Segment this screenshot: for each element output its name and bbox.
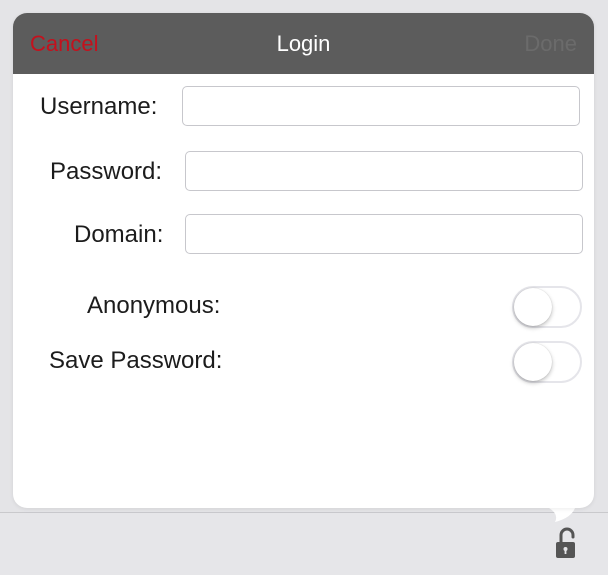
lock-button[interactable]: [552, 526, 580, 562]
done-button[interactable]: Done: [524, 30, 577, 58]
bottom-toolbar: [0, 512, 608, 575]
anonymous-toggle[interactable]: [512, 286, 582, 328]
domain-field[interactable]: [185, 214, 583, 254]
navigation-bar: Cancel Login Done: [13, 13, 594, 74]
password-label: Password:: [50, 158, 163, 185]
unlocked-padlock-icon: [556, 527, 575, 558]
login-dialog: Cancel Login Done Username: Password: Do…: [13, 13, 594, 508]
anonymous-label: Anonymous:: [87, 292, 221, 319]
toggle-knob: [514, 343, 552, 381]
toggle-knob: [514, 288, 552, 326]
save-password-label: Save Password:: [49, 347, 223, 374]
password-field[interactable]: [185, 151, 583, 191]
domain-label: Domain:: [74, 221, 164, 248]
username-field[interactable]: [182, 86, 580, 126]
save-password-toggle[interactable]: [512, 341, 582, 383]
dialog-title: Login: [276, 31, 331, 56]
username-label: Username:: [40, 93, 158, 120]
